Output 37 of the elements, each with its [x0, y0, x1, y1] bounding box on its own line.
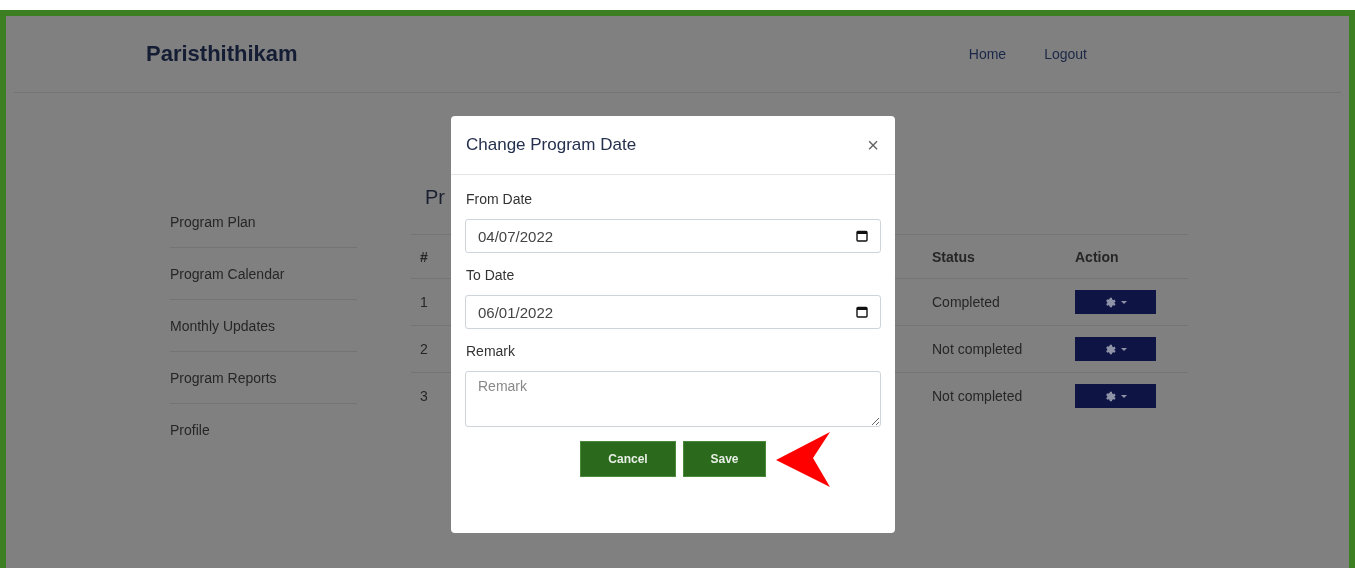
gear-icon [1104, 296, 1116, 308]
nav-link[interactable]: Logout [1044, 46, 1087, 62]
modal-title: Change Program Date [466, 135, 638, 155]
date-field[interactable]: 06/01/2022 [465, 295, 881, 329]
column-header: Action [1074, 248, 1119, 265]
nav-link[interactable]: Home [968, 46, 1007, 62]
sidebar-item[interactable]: Program Calendar [170, 248, 357, 300]
save-button[interactable]: Save [683, 441, 766, 477]
action-dropdown-button[interactable] [1075, 337, 1156, 361]
table-cell-text: 2 [419, 341, 428, 357]
sidebar-item[interactable]: Monthly Updates [170, 300, 357, 352]
remark-field[interactable]: Remark [465, 371, 881, 427]
table-cell-text: 1 [419, 294, 428, 310]
table-cell-text: Not completed [931, 341, 1023, 357]
sidebar-item[interactable]: Program Plan [170, 196, 357, 248]
table-cell-text: Completed [931, 294, 1000, 310]
action-dropdown-button[interactable] [1075, 384, 1156, 408]
table-cell-text: 3 [419, 388, 428, 404]
column-header: # [419, 248, 428, 265]
close-button[interactable]: × [865, 133, 881, 157]
page-heading: Pr [425, 185, 445, 210]
calendar-icon[interactable] [856, 230, 868, 242]
column-header: Status [931, 248, 975, 265]
action-dropdown-button[interactable] [1075, 290, 1156, 314]
table-cell-text: Not completed [931, 388, 1023, 404]
sidebar-item[interactable]: Program Reports [170, 352, 357, 404]
field-label: Remark [466, 342, 516, 361]
cancel-button[interactable]: Cancel [580, 441, 676, 477]
field-label: From Date [466, 190, 534, 209]
field-label: To Date [466, 266, 516, 285]
sidebar-item[interactable]: Profile [170, 404, 357, 455]
brand-title: Paristhithikam [146, 41, 299, 67]
pointer-arrow [776, 432, 832, 488]
gear-icon [1104, 390, 1116, 402]
calendar-icon[interactable] [856, 306, 868, 318]
gear-icon [1104, 343, 1116, 355]
date-field[interactable]: 04/07/2022 [465, 219, 881, 253]
